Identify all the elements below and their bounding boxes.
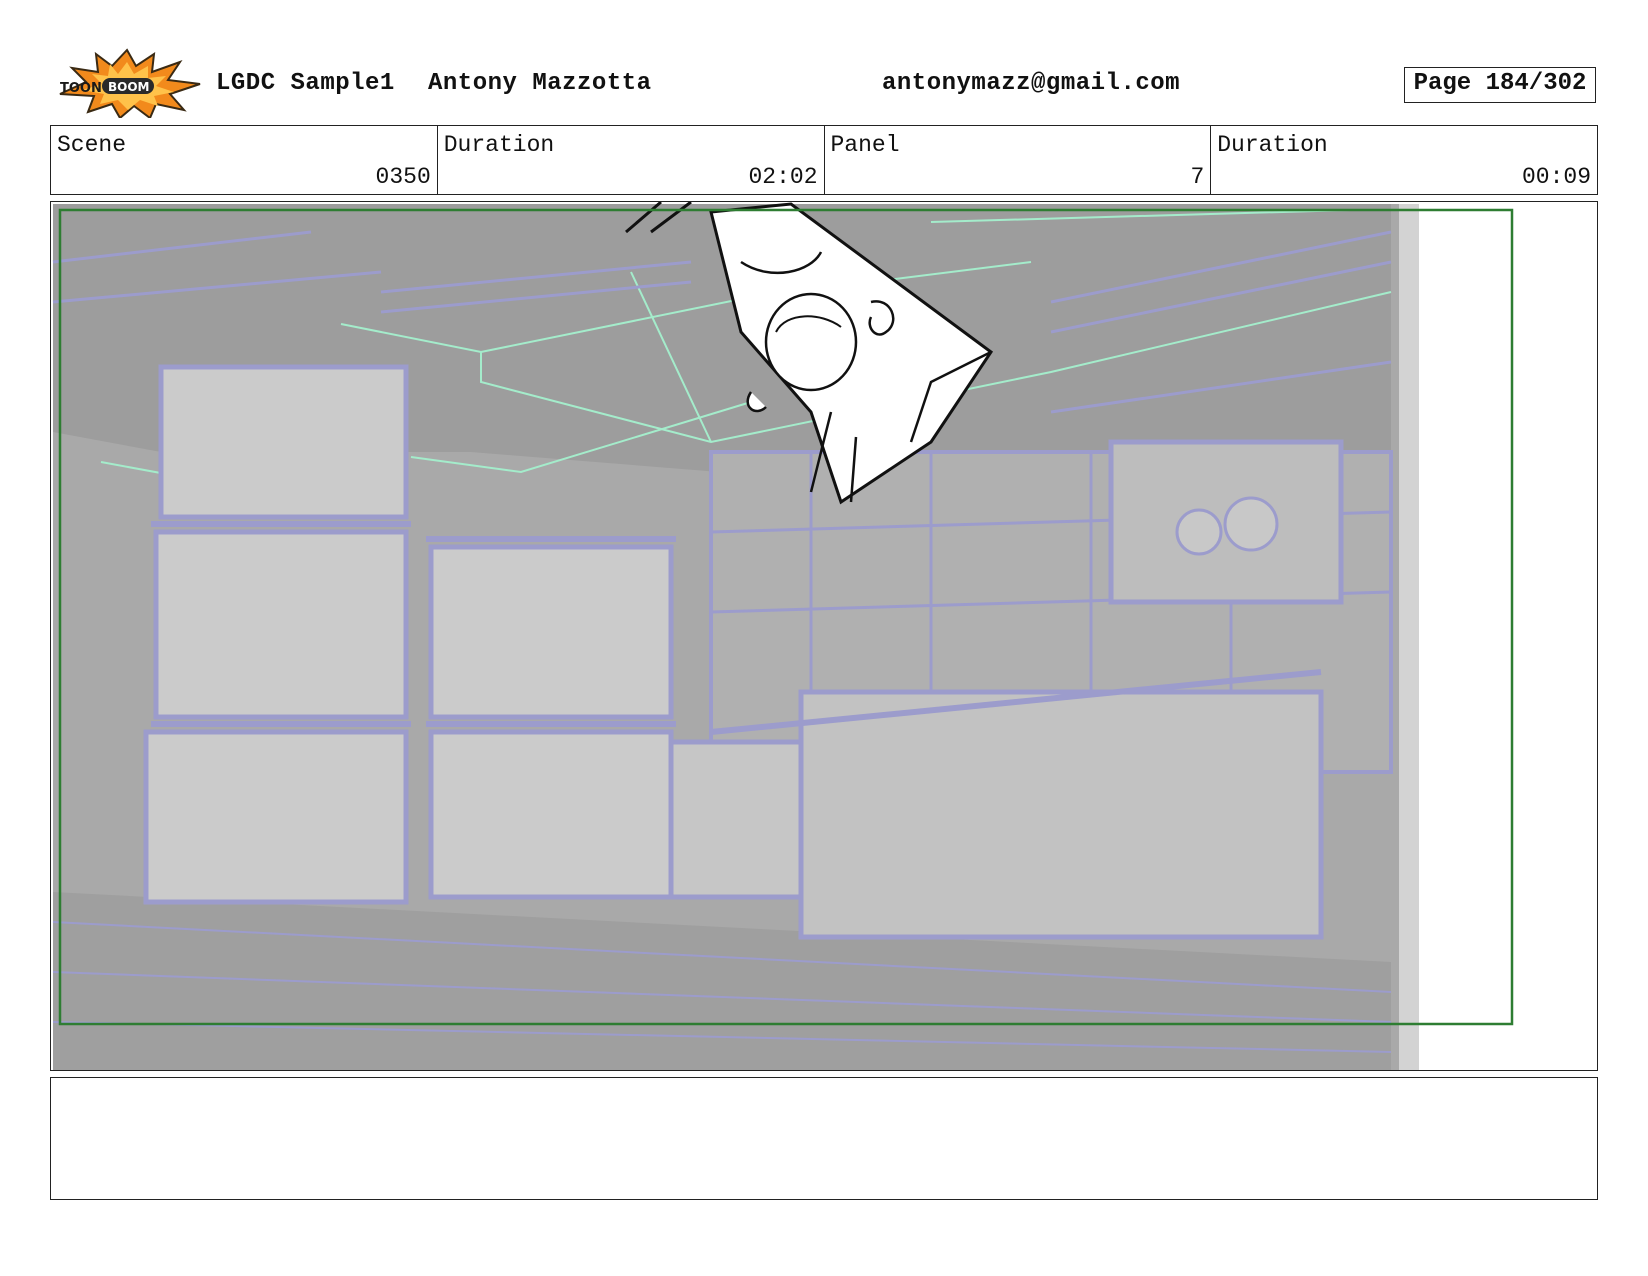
render-edge-strip [1399, 204, 1419, 1070]
scene-duration-label: Duration [443, 132, 555, 158]
crate-top-left [158, 364, 409, 520]
crate-large-right [798, 689, 1324, 940]
panel-duration-label: Duration [1217, 132, 1328, 158]
shelf-jar-right [1223, 496, 1279, 552]
crate-bottom-left [143, 729, 409, 905]
page-header: TOON BOOM LGDC Sample1 Antony Mazzotta a… [0, 0, 1648, 120]
author-name: Antony Mazzotta [428, 70, 652, 97]
panel-artwork [52, 202, 1514, 1070]
panel-number: 7 [1190, 164, 1205, 190]
panel-duration-cell: Duration 00:09 [1211, 126, 1597, 194]
panel-duration-value: 00:09 [1521, 164, 1591, 190]
panel-notes-box[interactable] [50, 1077, 1598, 1200]
panel-cell: Panel 7 [825, 126, 1212, 194]
author-email: antonymazz@gmail.com [882, 70, 1181, 97]
logo-text-boom: BOOM [108, 80, 150, 94]
crate-mid-center [428, 544, 674, 720]
crate-mid-left [153, 529, 409, 720]
character-head [764, 292, 858, 392]
scene-duration-cell: Duration 02:02 [438, 126, 825, 194]
shelf-jar-left [1175, 508, 1223, 556]
crate-bottom-center [428, 729, 674, 900]
scene-cell: Scene 0350 [51, 126, 438, 194]
logo-text-toon: TOON [60, 81, 102, 96]
page-counter: Page 184/302 [1404, 67, 1596, 103]
storyboard-panel-frame [50, 201, 1598, 1071]
crate-bottom-small [668, 739, 804, 900]
scene-duration-value: 02:02 [748, 164, 818, 190]
scene-label: Scene [57, 132, 127, 158]
project-title: LGDC Sample1 [216, 70, 395, 97]
toon-boom-logo-icon: TOON BOOM [52, 48, 202, 120]
scene-info-table: Scene 0350 Duration 02:02 Panel 7 Durati… [50, 125, 1598, 195]
scene-number: 0350 [375, 164, 431, 190]
panel-label: Panel [830, 132, 900, 158]
